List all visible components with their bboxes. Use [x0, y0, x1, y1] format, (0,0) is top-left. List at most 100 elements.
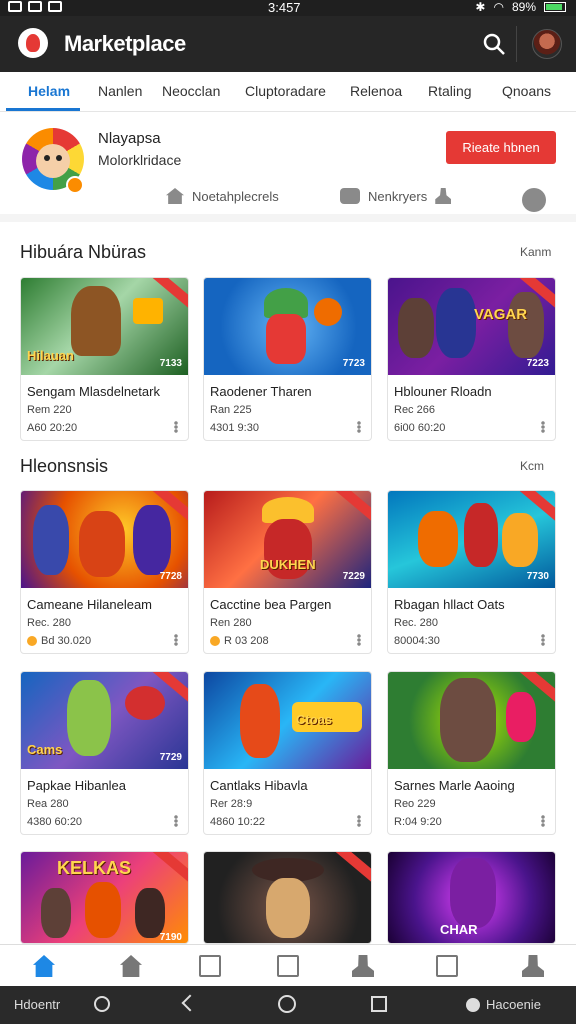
product-card[interactable]: Sarnes Marle Aaoing Reo 229 R:04 9:20 [387, 671, 556, 835]
app-bar: Marketplace [0, 16, 576, 72]
search-icon[interactable] [482, 32, 506, 56]
product-card[interactable]: Hilauan 7133 Sengam Mlasdelnetark Rem 22… [20, 277, 189, 441]
coin-icon [210, 636, 220, 646]
store-subtitle: Molorklridace [98, 152, 182, 168]
appbar-divider [516, 26, 517, 62]
followers-icon [435, 188, 452, 204]
section-title: Hleonsnsis [20, 456, 109, 476]
nav-store[interactable] [120, 955, 142, 977]
store-name: Nlayapsa [98, 130, 161, 147]
more-options-icon[interactable] [541, 421, 545, 433]
chat-label: Nenkryers [368, 188, 428, 204]
product-price: Rec. 280 [27, 617, 72, 629]
store-header: Nlayapsa Molorklridace Rieate hbnen Noet… [0, 112, 576, 222]
product-price: Rer 28:9 [210, 798, 253, 810]
thumbnail-count: 7190 [159, 932, 182, 943]
system-navigation-bar: Hdoentr Hacoenie [0, 986, 576, 1024]
profile-avatar[interactable] [532, 29, 562, 59]
product-meta: R 03 208 [210, 635, 269, 647]
section-title: Hibuára Nbüras [20, 242, 147, 262]
product-meta: 6i00 60:20 [394, 422, 446, 434]
back-icon[interactable] [181, 994, 199, 1012]
nav-user[interactable] [352, 955, 374, 977]
store-icon [166, 188, 184, 204]
tab-indicator [6, 108, 80, 111]
store-icon [120, 955, 142, 977]
more-options-icon[interactable] [174, 634, 178, 646]
tab-helam[interactable]: Helam [28, 83, 70, 99]
product-card[interactable]: Ctoas Cantlaks Hibavla Rer 28:9 4860 10:… [203, 671, 372, 835]
section-more-link[interactable]: Kanm [520, 245, 551, 259]
system-search-icon[interactable] [94, 996, 110, 1012]
more-options-icon[interactable] [174, 421, 178, 433]
category-tabs: Helam Nanlen Neocclan Cluptoradare Relen… [0, 72, 576, 112]
bottom-navigation [0, 944, 576, 986]
marketplace-label: Noetahplecrels [192, 188, 279, 204]
tab-cluptoradare[interactable]: Cluptoradare [245, 83, 326, 99]
system-right-label: Hacoenie [486, 997, 541, 1012]
doc-icon [436, 955, 458, 977]
nav-box[interactable] [199, 955, 221, 977]
tab-qnoans[interactable]: Qnoans [502, 83, 551, 99]
home-button-icon[interactable] [278, 995, 296, 1013]
product-title: Rbagan hllact Oats [394, 597, 505, 612]
product-thumbnail [204, 672, 371, 769]
tab-relenoa[interactable]: Relenoa [350, 83, 402, 99]
product-price: Rec. 280 [394, 617, 439, 629]
thumbnail-caption: KELKAS [57, 858, 132, 878]
user-icon [352, 955, 374, 977]
product-card[interactable]: KELKAS 7190 [20, 851, 189, 944]
status-time: 3:457 [268, 0, 301, 15]
product-title: Cameane Hilaneleam [27, 597, 153, 612]
product-card[interactable]: CHAR [387, 851, 556, 944]
more-options-icon[interactable] [541, 815, 545, 827]
system-left-label[interactable]: Hdoentr [14, 997, 60, 1012]
more-options-icon[interactable] [357, 815, 361, 827]
marketplace-link[interactable]: Noetahplecrels [166, 188, 279, 204]
nav-home[interactable] [33, 955, 55, 977]
battery-percent: 89% [511, 0, 536, 14]
chat-link[interactable]: Nenkryers [340, 188, 452, 204]
product-title: Hblouner Rloadn [394, 384, 492, 399]
nav-doc[interactable] [436, 955, 458, 977]
nav-profile[interactable] [522, 955, 544, 977]
coin-value: Bd 30.020 [41, 635, 92, 647]
thumbnail-caption: Hilauan [27, 348, 74, 363]
notification-icon [28, 1, 42, 12]
product-card[interactable]: 7728 Cameane Hilaneleam Rec. 280 Bd 30.0… [20, 490, 189, 654]
tab-neocclan[interactable]: Neocclan [162, 83, 220, 99]
thumbnail-count: 7723 [342, 358, 365, 369]
more-options-icon[interactable] [357, 634, 361, 646]
thumbnail-caption: CHAR [440, 922, 478, 937]
thumbnail-caption: Cams [27, 742, 63, 757]
follow-button[interactable]: Rieate hbnen [446, 131, 556, 164]
product-price: Rem 220 [27, 404, 72, 416]
thumbnail-count: 7133 [159, 358, 182, 369]
more-options-icon[interactable] [541, 634, 545, 646]
tab-nanlen[interactable]: Nanlen [98, 83, 142, 99]
system-right[interactable]: Hacoenie [466, 997, 541, 1012]
product-card[interactable]: VAGAR 7223 Hblouner Rloadn Rec 266 6i00 … [387, 277, 556, 441]
product-price: Reo 229 [394, 798, 436, 810]
product-card[interactable]: 7730 Rbagan hllact Oats Rec. 280 80004:3… [387, 490, 556, 654]
product-meta: 4860 10:22 [210, 816, 266, 828]
more-options-icon[interactable] [357, 421, 361, 433]
product-title: Sarnes Marle Aaoing [394, 778, 515, 793]
message-icon[interactable] [522, 188, 546, 212]
product-card[interactable]: Cams 7729 Papkae Hibanlea Rea 280 4380 6… [20, 671, 189, 835]
box-icon [199, 955, 221, 977]
product-card[interactable] [203, 851, 372, 944]
thumbnail-count: 7229 [342, 571, 365, 582]
nav-bookmark[interactable] [277, 955, 299, 977]
product-card[interactable]: DUKHEN 7229 Cacctine bea Pargen Ren 280 … [203, 490, 372, 654]
section-more-link[interactable]: Kcm [520, 459, 544, 473]
tab-rtaling[interactable]: Rtaling [428, 83, 472, 99]
thumbnail-caption: DUKHEN [260, 557, 316, 572]
status-right: ✱ ◠ 89% [475, 0, 566, 14]
thumbnail-count: 7728 [159, 571, 182, 582]
more-options-icon[interactable] [174, 815, 178, 827]
recent-apps-icon[interactable] [371, 996, 387, 1012]
profile-icon [522, 955, 544, 977]
product-title: Cacctine bea Pargen [210, 597, 332, 612]
product-card[interactable]: 7723 Raodener Tharen Ran 225 4301 9:30 [203, 277, 372, 441]
